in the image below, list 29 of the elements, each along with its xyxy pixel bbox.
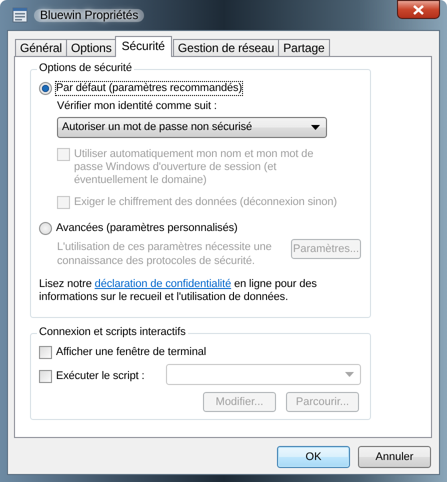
group-title: Connexion et scripts interactifs xyxy=(37,326,188,339)
window-icon xyxy=(12,7,28,23)
tab[interactable]: Options xyxy=(66,39,117,57)
checkbox-label[interactable]: Exécuter le script : xyxy=(56,370,144,382)
dropdown-caret-icon xyxy=(345,372,354,377)
tab[interactable]: Sécurité xyxy=(114,36,172,57)
radio-button[interactable] xyxy=(39,222,52,235)
field-label: Vérifier mon identité comme suit : xyxy=(57,100,218,113)
radio-label[interactable]: Avancées (paramètres personnalisés) xyxy=(56,222,238,235)
group-title: Options de sécurité xyxy=(37,62,134,75)
privacy-link[interactable]: déclaration de confidentialité xyxy=(94,278,232,290)
privacy-text: Lisez notre déclaration de confidentialité en ligne pour des informations sur le recueil et l'utilisation de données. xyxy=(39,278,318,304)
checkbox[interactable] xyxy=(39,346,52,359)
checkbox[interactable] xyxy=(39,370,52,382)
ok-button[interactable]: OK xyxy=(277,446,350,468)
tab[interactable]: Gestion de réseau xyxy=(172,39,280,57)
checkbox-label: Exiger le chiffrement des données (déconnexion sinon) xyxy=(74,196,337,209)
close-button[interactable] xyxy=(397,0,440,19)
radio-button[interactable] xyxy=(39,82,52,95)
checkbox-label: Utiliser automatiquement mon nom et mon mot de passe Windows d'ouverture de session (et éventuellement le domaine) xyxy=(74,148,314,187)
checkbox-label[interactable]: Afficher une fenêtre de terminal xyxy=(56,346,206,359)
close-icon xyxy=(413,4,424,14)
tab[interactable]: Général xyxy=(15,39,67,57)
identity-dropdown[interactable]: Autoriser un mot de passe non sécurisé xyxy=(57,117,327,138)
description-text: L'utilisation de ces paramètres nécessite une connaissance des protocoles de sécurité. xyxy=(57,240,273,268)
dropdown-caret-icon xyxy=(311,125,320,130)
radio-label[interactable]: Par défaut (paramètres recommandés) xyxy=(56,82,242,95)
cancel-button[interactable]: Annuler xyxy=(358,446,431,468)
tab[interactable]: Partage xyxy=(278,39,330,57)
